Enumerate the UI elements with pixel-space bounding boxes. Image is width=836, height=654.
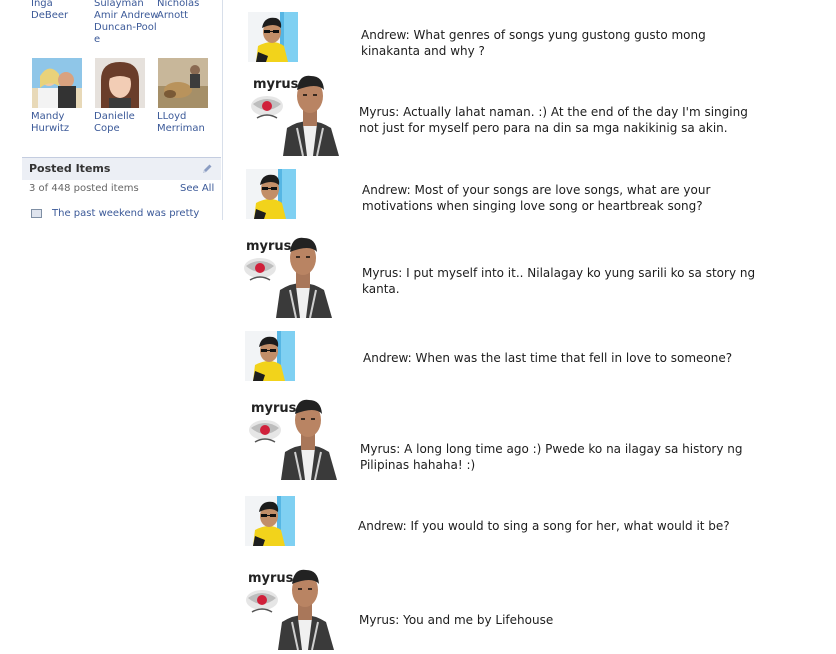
friend-name-mandy[interactable]: Mandy Hurwitz bbox=[31, 111, 69, 135]
posted-item-link[interactable]: The past weekend was pretty bbox=[52, 208, 199, 219]
myrus-logo-text: myrus bbox=[251, 401, 297, 416]
friend-name-danielle[interactable]: Danielle Cope bbox=[94, 111, 135, 135]
posted-items-title: Posted Items bbox=[29, 162, 111, 175]
sidebar: Inga DeBeer Sulayman Amir Andrew Duncan-… bbox=[0, 0, 223, 220]
myrus-photo: myrus bbox=[247, 66, 342, 156]
andrew-photo bbox=[246, 169, 296, 219]
andrew-question: Andrew: When was the last time that fell… bbox=[363, 351, 733, 365]
friend-name-inga[interactable]: Inga DeBeer bbox=[31, 0, 68, 22]
pencil-icon[interactable] bbox=[201, 163, 213, 175]
andrew-question: Andrew: Most of your songs are love song… bbox=[362, 183, 711, 213]
friend-name-lloyd[interactable]: LLoyd Merriman bbox=[157, 111, 205, 135]
friend-photo-mandy[interactable] bbox=[32, 58, 82, 108]
myrus-logo-text: myrus bbox=[253, 77, 299, 92]
andrew-photo bbox=[245, 496, 295, 546]
friend-name-sulayman[interactable]: Sulayman Amir Andrew Duncan-Pool e bbox=[94, 0, 158, 46]
friend-photo-danielle[interactable] bbox=[95, 58, 145, 108]
myrus-logo-text: myrus bbox=[248, 571, 294, 586]
friend-photo-lloyd[interactable] bbox=[158, 58, 208, 108]
posted-items-header: Posted Items bbox=[22, 157, 221, 180]
posted-items-count: 3 of 448 posted items bbox=[29, 183, 139, 194]
myrus-logo-text: myrus bbox=[246, 239, 292, 254]
myrus-answer: Myrus: A long long time ago :) Pwede ko … bbox=[360, 442, 743, 472]
myrus-answer: Myrus: I put myself into it.. Nilalagay … bbox=[362, 266, 756, 296]
see-all-link[interactable]: See All bbox=[180, 183, 214, 194]
andrew-question: Andrew: If you would to sing a song for … bbox=[358, 519, 730, 533]
myrus-photo: myrus bbox=[240, 228, 335, 318]
andrew-question: Andrew: What genres of songs yung guston… bbox=[361, 28, 706, 58]
friend-name-nicholas[interactable]: Nicholas Arnott bbox=[157, 0, 199, 22]
posted-item-icon bbox=[31, 209, 42, 218]
myrus-photo: myrus bbox=[245, 390, 340, 480]
myrus-photo: myrus bbox=[242, 560, 337, 650]
myrus-answer: Myrus: You and me by Lifehouse bbox=[359, 613, 554, 627]
andrew-photo bbox=[248, 12, 298, 62]
myrus-answer: Myrus: Actually lahat naman. :) At the e… bbox=[359, 105, 748, 135]
andrew-photo bbox=[245, 331, 295, 381]
